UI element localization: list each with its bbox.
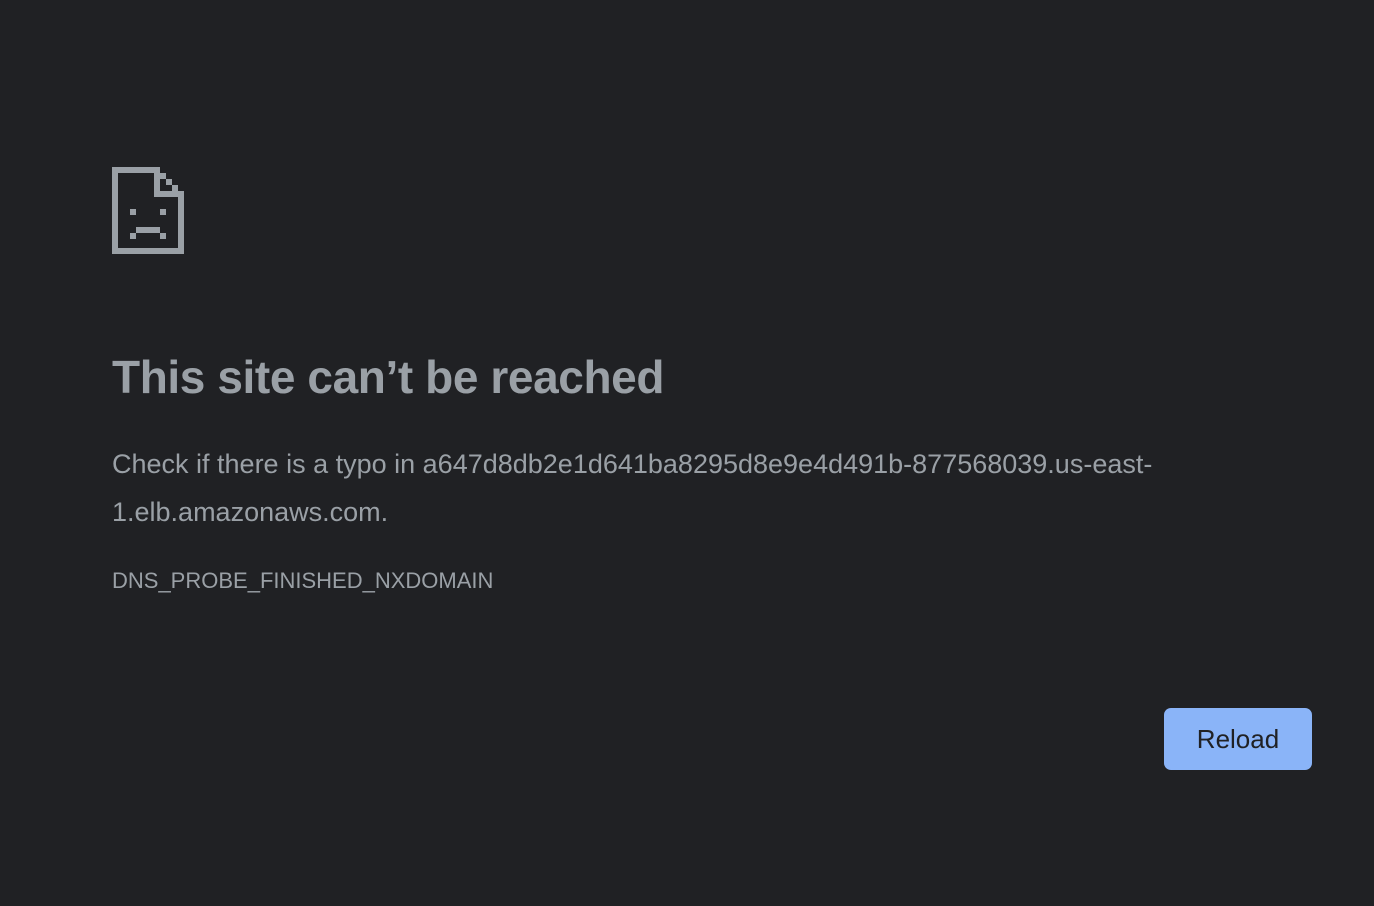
error-page: This site can’t be reached Check if ther… <box>0 0 1374 906</box>
reload-button[interactable]: Reload <box>1164 708 1312 770</box>
error-code: DNS_PROBE_FINISHED_NXDOMAIN <box>112 568 494 593</box>
error-message-prefix: Check if there is a typo in <box>112 449 423 479</box>
error-message: Check if there is a typo in a647d8db2e1d… <box>112 440 1272 536</box>
error-message-suffix: . <box>380 497 389 527</box>
sad-document-icon <box>112 167 184 254</box>
error-headline: This site can’t be reached <box>112 351 665 403</box>
